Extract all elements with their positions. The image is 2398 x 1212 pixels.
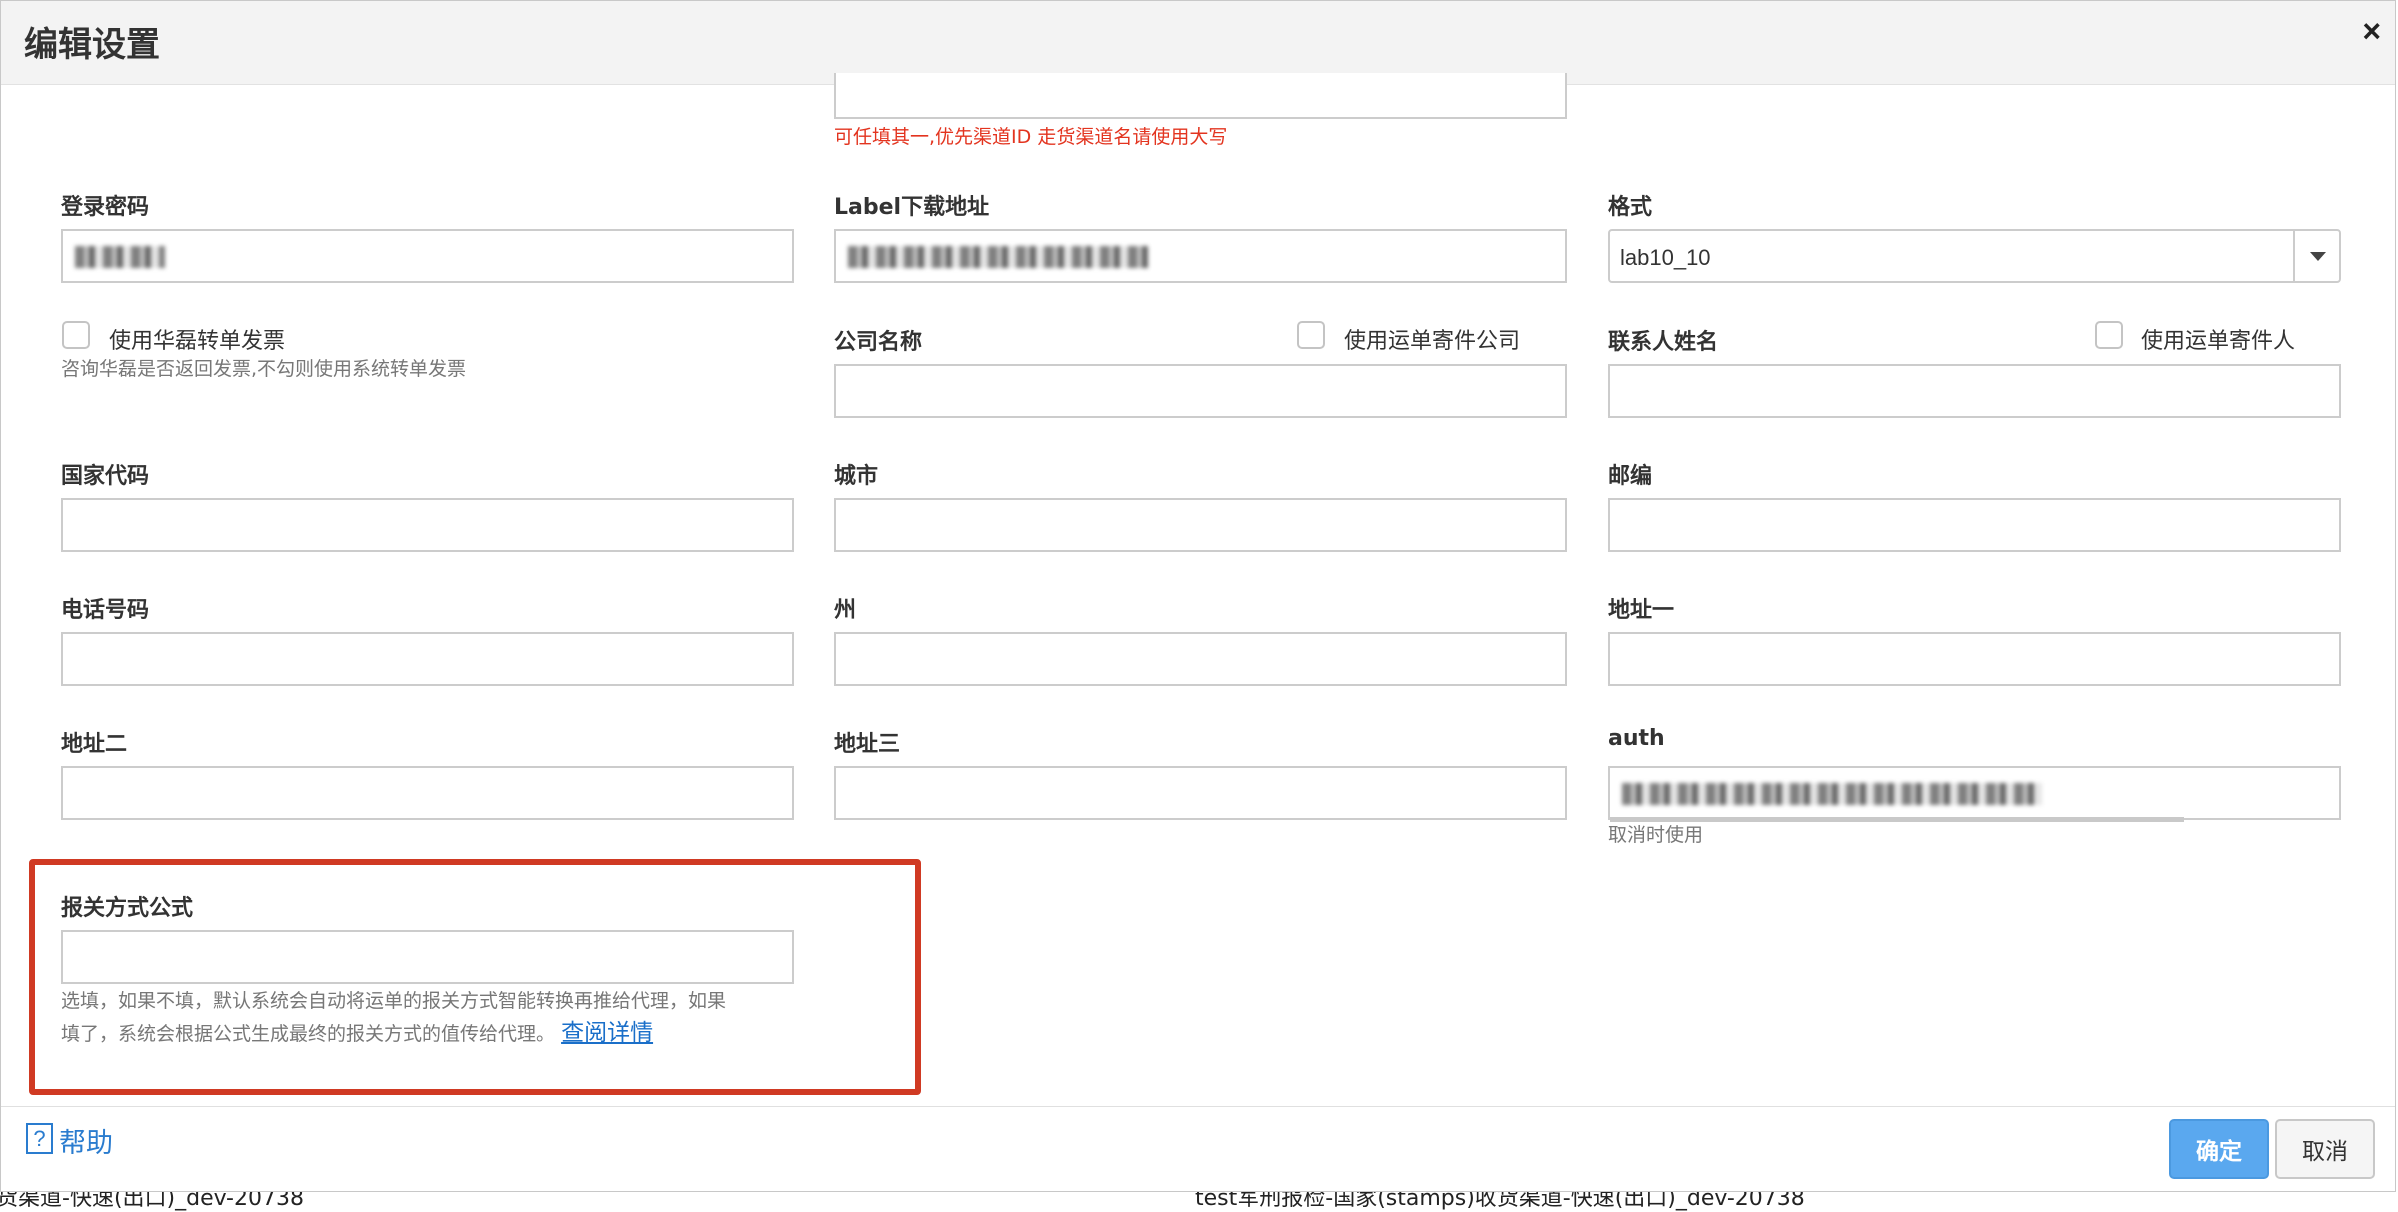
customs-formula-hint: 选填，如果不填，默认系统会自动将运单的报关方式智能转换再推给代理，如果 填了，系…: [61, 985, 841, 1050]
redacted-value: [75, 246, 165, 268]
city-input[interactable]: [834, 498, 1567, 552]
login-password-label: 登录密码: [61, 195, 150, 220]
address1-label: 地址一: [1608, 598, 1675, 623]
address3-label: 地址三: [834, 732, 901, 757]
customs-formula-hint-line2: 填了，系统会根据公式生成最终的报关方式的值传给代理。: [61, 1023, 556, 1045]
channel-input[interactable]: [834, 73, 1567, 119]
use-sender-name-checkbox[interactable]: [2095, 321, 2123, 349]
help-link[interactable]: 帮助: [59, 1121, 113, 1160]
country-code-input[interactable]: [61, 498, 794, 552]
use-sender-company-checkbox[interactable]: [1297, 321, 1325, 349]
channel-hint: 可任填其一,优先渠道ID 走货渠道名请使用大写: [834, 126, 1228, 148]
state-input[interactable]: [834, 632, 1567, 686]
country-code-label: 国家代码: [61, 464, 150, 489]
format-select[interactable]: lab10_10: [1608, 229, 2341, 283]
dialog-footer: ? 帮助 确定 取消: [1, 1106, 2395, 1194]
format-selected-value: lab10_10: [1620, 245, 1711, 270]
city-label: 城市: [834, 464, 879, 489]
chevron-down-icon[interactable]: [2293, 231, 2339, 281]
company-name-input[interactable]: [834, 364, 1567, 418]
customs-formula-hint-line1: 选填，如果不填，默认系统会自动将运单的报关方式智能转换再推给代理，如果: [61, 990, 727, 1012]
label-url-input[interactable]: [834, 229, 1567, 283]
postcode-label: 邮编: [1608, 464, 1653, 489]
redacted-value: [848, 246, 1148, 268]
redacted-value: [1622, 783, 2042, 805]
customs-formula-hint-line2-row: 填了，系统会根据公式生成最终的报关方式的值传给代理。 查阅详情: [61, 1017, 841, 1050]
contact-name-input[interactable]: [1608, 364, 2341, 418]
confirm-button[interactable]: 确定: [2169, 1119, 2269, 1179]
dialog-title: 编辑设置: [24, 25, 160, 65]
hualei-invoice-checkbox-label: 使用华磊转单发票: [109, 329, 286, 354]
customs-formula-input[interactable]: [61, 930, 794, 984]
state-label: 州: [834, 598, 857, 623]
close-icon[interactable]: ×: [2362, 15, 2381, 47]
auth-input[interactable]: [1608, 766, 2341, 822]
hualei-invoice-hint: 咨询华磊是否返回发票,不勾则使用系统转单发票: [61, 358, 467, 380]
company-name-label: 公司名称: [834, 330, 923, 355]
cancel-button[interactable]: 取消: [2275, 1119, 2375, 1179]
address2-input[interactable]: [61, 766, 794, 820]
use-sender-company-label: 使用运单寄件公司: [1344, 329, 1521, 354]
phone-label: 电话号码: [61, 598, 150, 623]
help-icon[interactable]: ?: [26, 1123, 53, 1154]
address3-input[interactable]: [834, 766, 1567, 820]
contact-name-label: 联系人姓名: [1608, 330, 1719, 355]
address2-label: 地址二: [61, 732, 128, 757]
label-url-label: Label下载地址: [834, 195, 990, 220]
use-sender-name-label: 使用运单寄件人: [2141, 329, 2296, 354]
address1-input[interactable]: [1608, 632, 2341, 686]
customs-formula-label: 报关方式公式: [61, 896, 194, 921]
login-password-input[interactable]: [61, 229, 794, 283]
hualei-invoice-checkbox[interactable]: [62, 321, 90, 349]
edit-settings-dialog: 编辑设置 × 可任填其一,优先渠道ID 走货渠道名请使用大写 登录密码 Labe…: [0, 0, 2396, 1192]
phone-input[interactable]: [61, 632, 794, 686]
postcode-input[interactable]: [1608, 498, 2341, 552]
format-label: 格式: [1608, 195, 1653, 220]
auth-label: auth: [1608, 726, 1665, 751]
view-details-link[interactable]: 查阅详情: [561, 1020, 653, 1046]
auth-hint: 取消时使用: [1608, 824, 1704, 846]
